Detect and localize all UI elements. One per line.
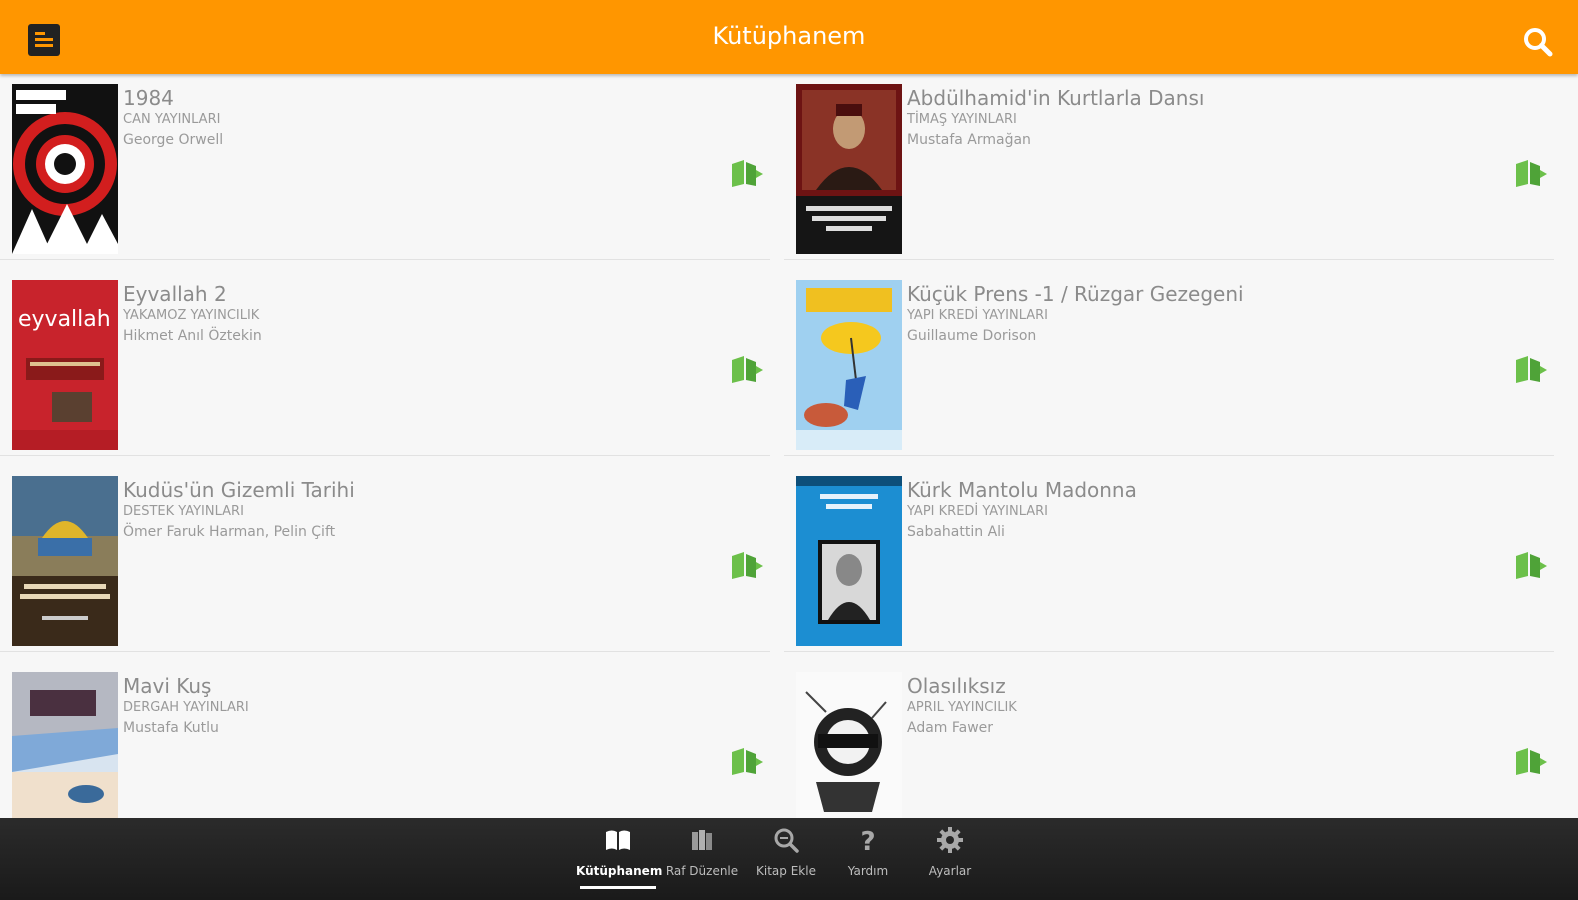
book-item[interactable]: Mavi Kuş DERGAH YAYINLARI Mustafa Kutlu bbox=[0, 662, 770, 818]
book-author: Guillaume Dorison bbox=[907, 328, 1037, 344]
svg-text:?: ? bbox=[860, 827, 875, 854]
book-title: 1984 bbox=[123, 86, 174, 110]
gear-icon bbox=[937, 827, 963, 853]
tab-kitap-ekle[interactable]: Kitap Ekle bbox=[744, 818, 828, 900]
book-publisher: CAN YAYINLARI bbox=[123, 112, 221, 127]
shelf-books-icon bbox=[692, 830, 712, 850]
book-title: Olasılıksız bbox=[907, 674, 1006, 698]
book-item[interactable]: eyvallah Eyvallah 2 YAKAMOZ YAYINCILIK H… bbox=[0, 270, 770, 456]
book-status-icon[interactable] bbox=[1514, 354, 1548, 384]
book-status-icon[interactable] bbox=[1514, 746, 1548, 776]
book-status-icon[interactable] bbox=[730, 550, 764, 580]
search-icon[interactable] bbox=[1522, 26, 1554, 58]
book-publisher: YAPI KREDİ YAYINLARI bbox=[907, 504, 1048, 519]
bottom-nav: Kütüphanem Raf Düzenle Kitap Ekle ? Yard… bbox=[0, 818, 1578, 900]
book-publisher: YAKAMOZ YAYINCILIK bbox=[123, 308, 260, 323]
book-author: Adam Fawer bbox=[907, 720, 994, 736]
book-title: Küçük Prens -1 / Rüzgar Gezegeni bbox=[907, 282, 1244, 306]
tab-label: Ayarlar bbox=[928, 864, 972, 878]
book-author: George Orwell bbox=[123, 132, 224, 148]
book-status-icon[interactable] bbox=[730, 158, 764, 188]
book-title: Abdülhamid'in Kurtlarla Dansı bbox=[907, 86, 1205, 110]
app-bar: Kütüphanem bbox=[0, 0, 1578, 74]
book-status-icon[interactable] bbox=[1514, 158, 1548, 188]
book-cover bbox=[796, 476, 902, 646]
question-icon: ? bbox=[860, 827, 875, 854]
book-status-icon[interactable] bbox=[1514, 550, 1548, 580]
book-publisher: YAPI KREDİ YAYINLARI bbox=[907, 308, 1048, 323]
book-cover bbox=[796, 280, 902, 450]
tab-raf-duzenle[interactable]: Raf Düzenle bbox=[660, 818, 744, 900]
book-cover bbox=[796, 672, 902, 818]
book-author: Mustafa Armağan bbox=[907, 132, 1031, 148]
tab-kutuphanem[interactable]: Kütüphanem bbox=[576, 818, 663, 900]
book-author: Mustafa Kutlu bbox=[123, 720, 219, 736]
tab-label: Kütüphanem bbox=[576, 864, 663, 878]
book-grid: 1984 CAN YAYINLARI George Orwell Abdülha… bbox=[0, 74, 1578, 818]
tab-ayarlar[interactable]: Ayarlar bbox=[908, 818, 992, 900]
book-cover bbox=[12, 672, 118, 818]
magnifier-icon bbox=[774, 828, 799, 853]
book-title: Eyvallah 2 bbox=[123, 282, 227, 306]
book-item[interactable]: Olasılıksız APRIL YAYINCILIK Adam Fawer bbox=[784, 662, 1554, 818]
svg-text:eyvallah: eyvallah bbox=[18, 307, 111, 332]
book-author: Sabahattin Ali bbox=[907, 524, 1005, 540]
page-title: Kütüphanem bbox=[712, 22, 866, 50]
book-title: Mavi Kuş bbox=[123, 674, 212, 698]
book-publisher: DERGAH YAYINLARI bbox=[123, 700, 249, 715]
book-status-icon[interactable] bbox=[730, 354, 764, 384]
book-item[interactable]: Abdülhamid'in Kurtlarla Dansı TİMAŞ YAYI… bbox=[784, 74, 1554, 260]
book-publisher: DESTEK YAYINLARI bbox=[123, 504, 244, 519]
book-cover bbox=[796, 84, 902, 254]
book-item[interactable]: Küçük Prens -1 / Rüzgar Gezegeni YAPI KR… bbox=[784, 270, 1554, 456]
book-publisher: APRIL YAYINCILIK bbox=[907, 700, 1017, 715]
book-item[interactable]: Kürk Mantolu Madonna YAPI KREDİ YAYINLAR… bbox=[784, 466, 1554, 652]
book-item[interactable]: 1984 CAN YAYINLARI George Orwell bbox=[0, 74, 770, 260]
book-title: Kürk Mantolu Madonna bbox=[907, 478, 1137, 502]
book-publisher: TİMAŞ YAYINLARI bbox=[907, 112, 1017, 127]
tab-label: Kitap Ekle bbox=[756, 864, 816, 878]
open-book-icon bbox=[606, 830, 630, 850]
book-cover bbox=[12, 476, 118, 646]
book-author: Ömer Faruk Harman, Pelin Çift bbox=[123, 524, 336, 540]
tab-label: Yardım bbox=[847, 864, 889, 878]
book-cover: eyvallah bbox=[12, 280, 118, 450]
book-cover bbox=[12, 84, 118, 254]
tab-label: Raf Düzenle bbox=[665, 864, 739, 878]
book-title: Kudüs'ün Gizemli Tarihi bbox=[123, 478, 355, 502]
book-author: Hikmet Anıl Öztekin bbox=[123, 328, 262, 344]
book-item[interactable]: Kudüs'ün Gizemli Tarihi DESTEK YAYINLARI… bbox=[0, 466, 770, 652]
book-status-icon[interactable] bbox=[730, 746, 764, 776]
active-tab-indicator bbox=[580, 886, 656, 889]
tab-yardim[interactable]: ? Yardım bbox=[826, 818, 910, 900]
